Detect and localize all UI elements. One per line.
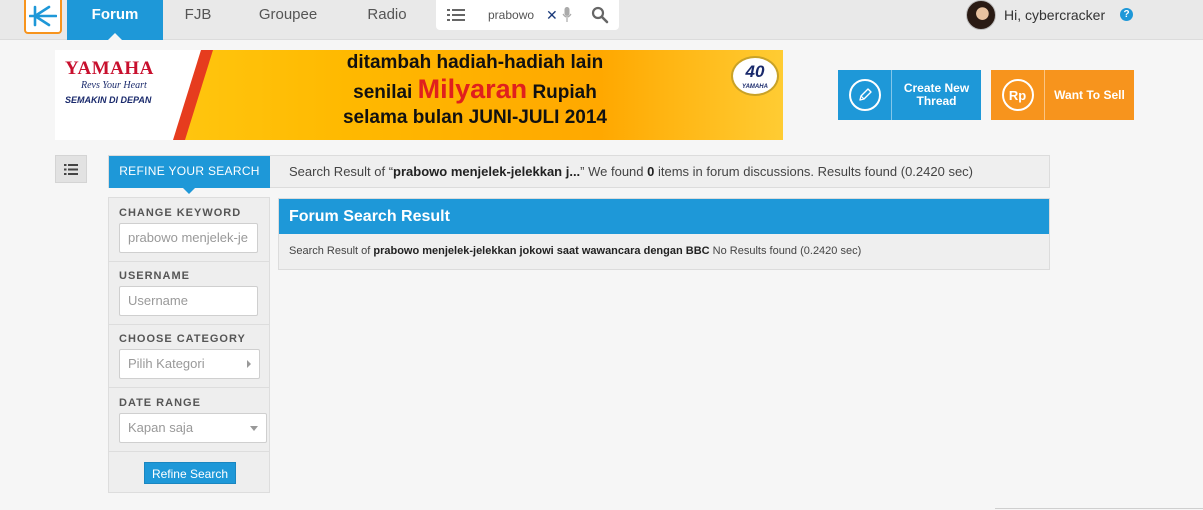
keyword-section: CHANGE KEYWORD prabowo menjelek-je [109,198,269,262]
anniversary-brand: YAMAHA [742,84,768,90]
banner-line-2: senilai Milyaran Rupiah [255,74,695,105]
user-avatar[interactable] [966,0,996,30]
rupiah-icon: Rp [1001,79,1034,111]
panel-text-suffix: No Results found (0.2420 sec) [709,245,862,257]
search-result-summary: Search Result of “prabowo menjelek-jelek… [289,156,973,188]
nav-tab-forum[interactable]: Forum [67,0,163,40]
search-result-header: REFINE YOUR SEARCH Search Result of “pra… [108,155,1050,194]
banner-line-3: selama bulan JUNI-JULI 2014 [255,107,695,129]
anniversary-badge: 40 YAMAHA [731,56,779,96]
summary-prefix: Search Result of “ [289,164,394,179]
forum-search-result-panel: Forum Search Result Search Result of pra… [278,198,1050,270]
category-section: CHOOSE CATEGORY Pilih Kategori [109,325,269,388]
help-icon[interactable]: ? [1120,8,1133,21]
username-section: USERNAME Username [109,262,269,325]
choose-category-label: CHOOSE CATEGORY [119,333,246,345]
anniversary-number: 40 [745,62,765,81]
summary-query: prabowo menjelek-jelekkan j... [393,164,581,179]
category-select[interactable]: Pilih Kategori [119,349,260,379]
clear-search-icon[interactable]: ✕ [546,7,558,23]
panel-query: prabowo menjelek-jelekkan jokowi saat wa… [373,245,710,257]
nav-tab-fjb[interactable]: FJB [172,0,224,40]
nav-tab-groupee[interactable]: Groupee [248,0,328,40]
toggle-sidebar-list-icon[interactable] [55,155,87,183]
refine-search-button[interactable]: Refine Search [144,462,236,484]
want-to-sell-button[interactable]: Rp Want To Sell [991,70,1134,120]
username-label: USERNAME [119,270,190,282]
panel-title: Forum Search Result [279,199,1049,234]
create-new-thread-button[interactable]: Create New Thread [838,70,981,120]
banner-date: JUNI-JULI 2014 [468,107,607,128]
panel-text-prefix: Search Result of [289,245,374,257]
search-filter-list-icon[interactable] [447,8,465,22]
banner-line-2-pre: senilai [353,82,413,103]
date-range-section: DATE RANGE Kapan saja [109,388,269,452]
search-icon[interactable] [591,6,609,24]
chevron-right-icon [247,360,251,368]
want-to-sell-label: Want To Sell [1054,87,1125,102]
category-select-value: Pilih Kategori [128,356,205,371]
banner-line-3-pre: selama bulan [342,107,464,128]
kaskus-logo-icon[interactable] [24,0,62,34]
refine-your-search-tab[interactable]: REFINE YOUR SEARCH [109,156,270,194]
user-greeting[interactable]: Hi, cybercracker [1004,0,1105,30]
date-range-value: Kapan saja [128,420,194,435]
refine-search-sidebar: CHANGE KEYWORD prabowo menjelek-je USERN… [108,197,270,493]
username-input[interactable]: Username [119,286,258,316]
yamaha-logo: YAMAHA [65,58,154,79]
bottom-divider [995,508,1203,509]
change-keyword-label: CHANGE KEYWORD [119,207,242,219]
advertisement-banner[interactable]: YAMAHA Revs Your Heart SEMAKIN DI DEPAN … [55,50,783,140]
yamaha-tagline: Revs Your Heart [81,80,147,91]
create-icon-cell [838,70,892,120]
banner-line-2-post: Rupiah [532,82,597,103]
banner-highlight: Milyaran [417,74,528,104]
pencil-icon [848,79,881,111]
search-box: prabowo m ✕ [436,0,619,30]
summary-mid: ” We found [580,164,648,179]
banner-line-1: ditambah hadiah-hadiah lain [346,52,604,73]
date-range-select[interactable]: Kapan saja [119,413,267,443]
top-navbar: Forum FJB Groupee Radio prabowo m ✕ [0,0,1203,40]
panel-result-text: Search Result of prabowo menjelek-jelekk… [289,245,861,257]
yamaha-slogan: SEMAKIN DI DEPAN [65,95,152,105]
date-range-label: DATE RANGE [119,397,201,409]
sell-icon-cell: Rp [991,70,1045,120]
search-input[interactable]: prabowo m [488,0,538,30]
summary-suffix: items in forum discussions. Results foun… [654,164,974,179]
chevron-down-icon [250,426,258,431]
microphone-icon[interactable] [562,7,572,23]
keyword-input[interactable]: prabowo menjelek-je [119,223,258,253]
create-new-thread-label: Create New Thread [903,81,970,108]
nav-tab-radio[interactable]: Radio [357,0,417,40]
